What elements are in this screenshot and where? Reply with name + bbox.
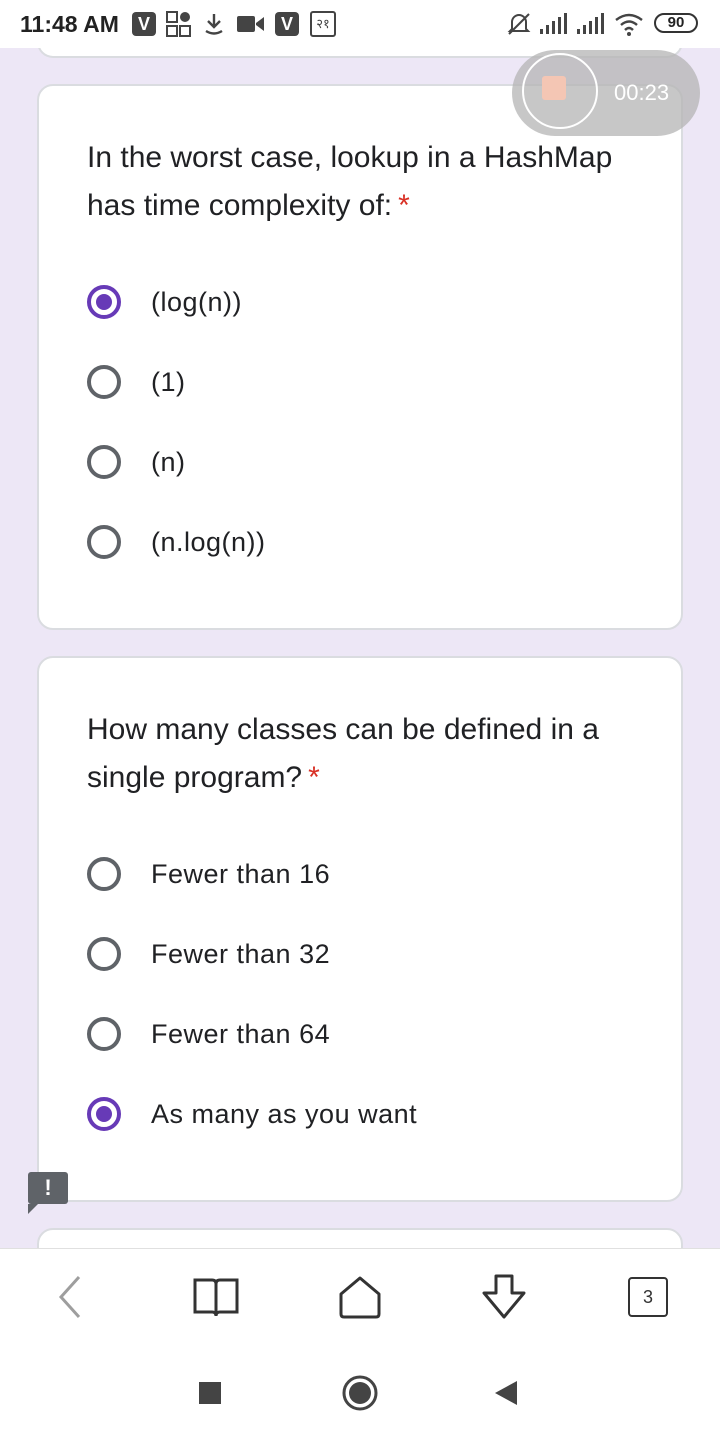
video-camera-icon — [236, 11, 266, 37]
radio-button-selected[interactable] — [87, 285, 121, 319]
option-label: (1) — [151, 366, 186, 397]
recents-icon — [199, 1382, 221, 1404]
radio-button[interactable] — [87, 1017, 121, 1051]
nav-back-button[interactable] — [484, 1371, 528, 1415]
radio-button[interactable] — [87, 857, 121, 891]
status-bar: 11:48 AM V V २१ 90 — [0, 0, 720, 48]
download-button[interactable] — [476, 1269, 532, 1325]
screen-recorder-overlay[interactable]: 00:23 — [512, 50, 700, 136]
radio-button-selected[interactable] — [87, 1097, 121, 1131]
radio-button[interactable] — [87, 445, 121, 479]
tabs-icon: 3 — [628, 1277, 668, 1317]
option-label: (n.log(n)) — [151, 526, 266, 557]
recents-button[interactable] — [188, 1371, 232, 1415]
v-app-icon: V — [132, 11, 156, 37]
status-time: 11:48 AM — [20, 11, 119, 37]
question-text: In the worst case, lookup in a HashMap h… — [87, 141, 613, 222]
option-label: As many as you want — [151, 1098, 418, 1129]
question-card-1: In the worst case, lookup in a HashMap h… — [37, 84, 683, 630]
option-1[interactable]: (1) — [87, 360, 647, 404]
back-icon — [58, 1275, 81, 1319]
nav-back-icon — [495, 1381, 517, 1405]
bookmarks-icon — [193, 1278, 239, 1317]
option-label: Fewer than 64 — [151, 1018, 331, 1049]
stop-recording-button[interactable] — [542, 76, 566, 100]
option-fewer-than-64[interactable]: Fewer than 64 — [87, 1012, 647, 1056]
option-as-many-as-you-want[interactable]: As many as you want — [87, 1092, 647, 1136]
recording-timer: 00:23 — [614, 80, 670, 105]
option-label: (log(n)) — [151, 286, 243, 317]
option-label: Fewer than 16 — [151, 858, 331, 889]
home-icon — [339, 1276, 381, 1319]
question-text: How many classes can be defined in a sin… — [87, 713, 599, 794]
bookmarks-button[interactable] — [188, 1269, 244, 1325]
battery-indicator: 90 — [654, 13, 698, 33]
v-app-icon-2: V — [275, 11, 299, 37]
required-asterisk: * — [308, 761, 320, 794]
app-grid-icon — [166, 11, 192, 37]
nav-home-icon — [342, 1375, 378, 1411]
radio-button[interactable] — [87, 937, 121, 971]
browser-toolbar: 3 — [0, 1248, 720, 1345]
required-asterisk: * — [398, 189, 410, 222]
option-label: Fewer than 32 — [151, 938, 331, 969]
bell-muted-icon — [506, 11, 532, 37]
option-log-n[interactable]: (log(n)) — [87, 280, 647, 324]
option-label: (n) — [151, 446, 186, 477]
feedback-button[interactable]: ! — [28, 1172, 68, 1214]
radio-button[interactable] — [87, 525, 121, 559]
tabs-button[interactable]: 3 — [620, 1269, 676, 1325]
option-n-log-n[interactable]: (n.log(n)) — [87, 520, 647, 564]
radio-button[interactable] — [87, 365, 121, 399]
system-nav-bar — [0, 1344, 720, 1441]
rupee-app-icon: २१ — [310, 11, 336, 37]
option-fewer-than-16[interactable]: Fewer than 16 — [87, 852, 647, 896]
option-n[interactable]: (n) — [87, 440, 647, 484]
signal-icon-2 — [575, 11, 605, 37]
home-button[interactable] — [332, 1269, 388, 1325]
back-button[interactable] — [42, 1269, 98, 1325]
nav-home-button[interactable] — [338, 1371, 382, 1415]
signal-icon — [538, 11, 568, 37]
question-card-2: How many classes can be defined in a sin… — [37, 656, 683, 1202]
wifi-icon — [614, 11, 644, 37]
download-status-icon — [202, 11, 226, 37]
option-fewer-than-32[interactable]: Fewer than 32 — [87, 932, 647, 976]
download-icon — [482, 1274, 526, 1319]
